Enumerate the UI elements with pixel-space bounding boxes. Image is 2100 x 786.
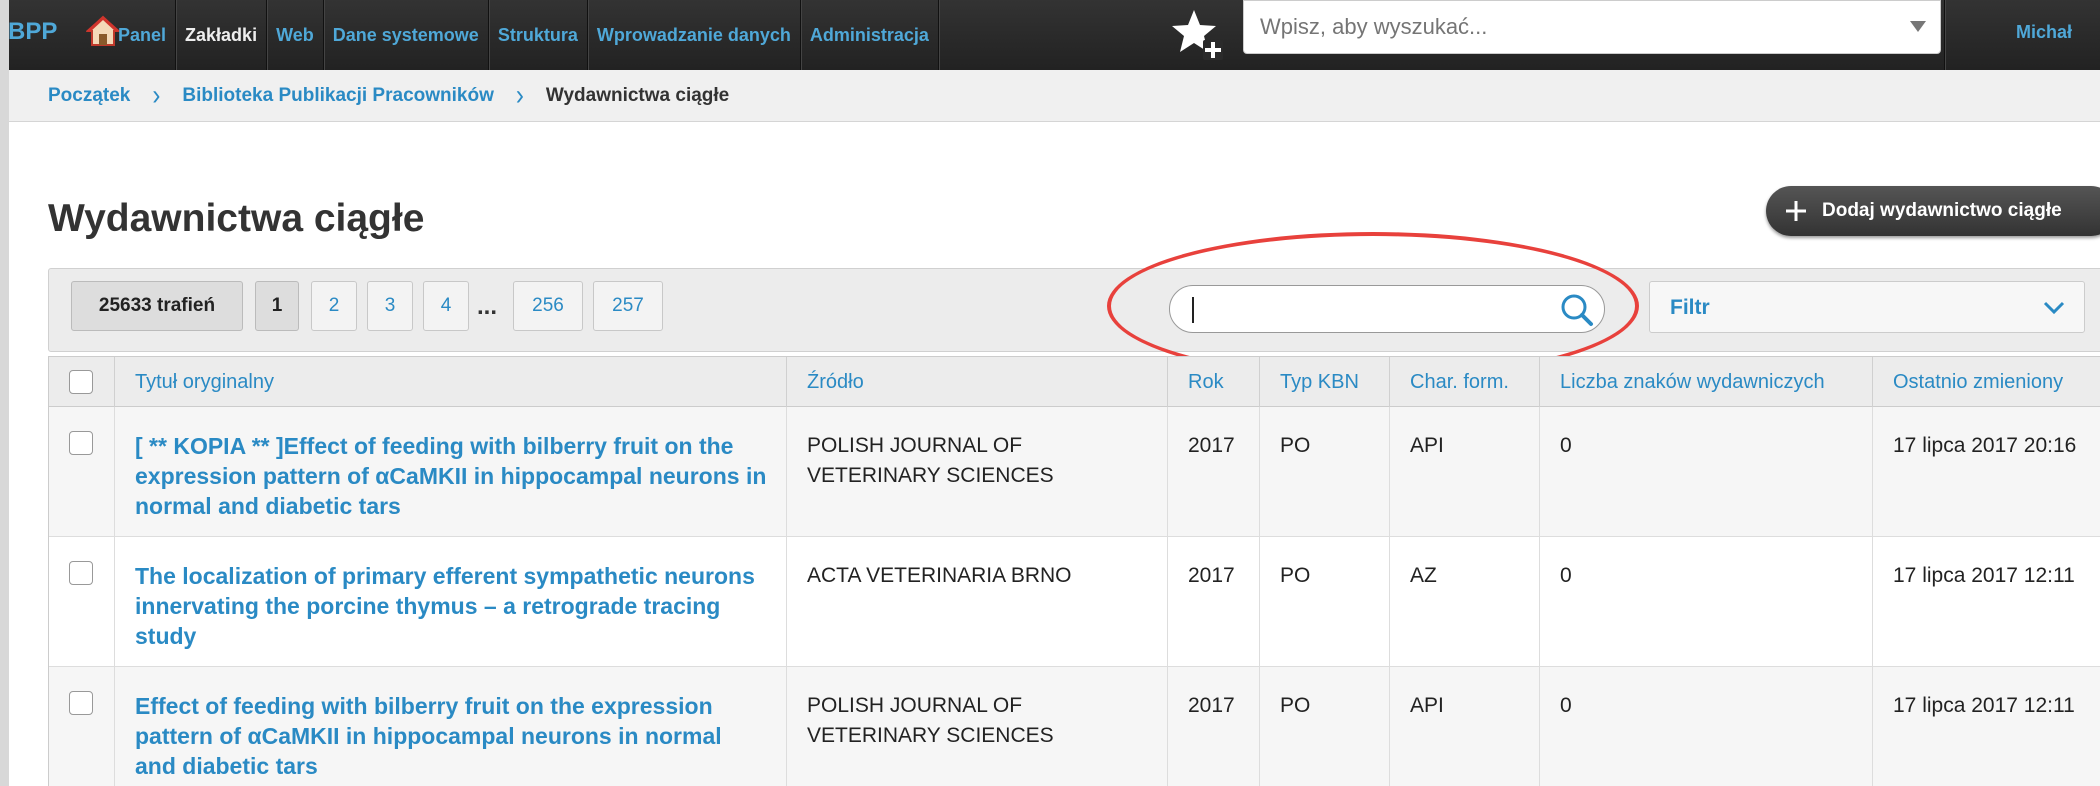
add-button-label: Dodaj wydawnictwo ciągłe [1822,200,2062,221]
kbn-cell: PO [1260,667,1390,786]
kbn-cell: PO [1260,407,1390,537]
select-all-cell [49,357,115,407]
user-divider [1944,0,1945,70]
form-cell: AZ [1390,537,1540,667]
page-2[interactable]: 2 [311,281,357,331]
source-cell: POLISH JOURNAL OF VETERINARY SCIENCES [787,407,1168,537]
breadcrumb-home[interactable]: Początek [48,85,130,107]
modified-cell: 17 lipca 2017 12:11 [1893,694,2075,717]
plus-icon [1786,201,1806,221]
global-search[interactable] [1243,0,1941,54]
hits-count: 25633 trafień [71,281,243,331]
nav-wprowadzanie-danych[interactable]: Wprowadzanie danych [588,0,801,70]
year-cell: 2017 [1168,407,1260,537]
modified-cell: 17 lipca 2017 12:11 [1893,564,2075,587]
page-256[interactable]: 256 [513,281,583,331]
breadcrumb-current: Wydawnictwa ciągłe [545,84,730,106]
chevron-right-icon: › [152,78,161,112]
select-all-checkbox[interactable] [69,370,93,394]
row-checkbox[interactable] [69,561,93,585]
row-checkbox[interactable] [69,691,93,715]
row-select-cell [49,667,115,786]
title-link[interactable]: [ ** KOPIA ** ]Effect of feeding with bi… [135,431,768,521]
title-link[interactable]: Effect of feeding with bilberry fruit on… [135,691,768,781]
add-button[interactable]: Dodaj wydawnictwo ciągłe [1766,186,2100,236]
list-toolbar: 25633 trafień 1 2 3 4 ... 256 257 Filtr [48,268,2100,352]
page-257[interactable]: 257 [593,281,663,331]
breadcrumb-library[interactable]: Biblioteka Publikacji Pracowników [182,85,493,107]
col-title[interactable]: Tytuł oryginalny [115,357,787,407]
nav-zakladki[interactable]: Zakładki [176,0,268,70]
table-header: Tytuł oryginalny Źródło Rok Typ KBN Char… [49,357,2100,407]
page-4[interactable]: 4 [423,281,469,331]
form-cell: API [1390,407,1540,537]
nav-web[interactable]: Web [267,0,324,70]
user-menu[interactable]: Michał [2016,22,2072,43]
source-cell: POLISH JOURNAL OF VETERINARY SCIENCES [787,667,1168,786]
title-link[interactable]: The localization of primary efferent sym… [135,561,768,651]
kbn-cell: PO [1260,537,1390,667]
title-cell: Effect of feeding with bilberry fruit on… [115,667,787,786]
table-row: Effect of feeding with bilberry fruit on… [49,667,2100,786]
dropdown-caret-icon[interactable] [1910,21,1926,32]
modified-cell: 17 lipca 2017 20:16 [1893,434,2077,457]
nav-administracja[interactable]: Administracja [801,0,939,70]
nav-dane-systemowe[interactable]: Dane systemowe [324,0,489,70]
chars-cell: 0 [1540,407,1873,537]
year-cell: 2017 [1168,537,1260,667]
col-source[interactable]: Źródło [787,357,1168,407]
source-cell: ACTA VETERINARIA BRNO [787,537,1168,667]
title-cell: [ ** KOPIA ** ]Effect of feeding with bi… [115,407,787,537]
chevron-down-icon [2043,301,2065,315]
top-navbar: BPP Panel Zakładki Web Dane systemowe St… [0,0,2100,70]
table-search-input[interactable] [1169,285,1605,333]
table-row: The localization of primary efferent sym… [49,537,2100,667]
pagination-ellipsis: ... [477,293,498,320]
global-search-input[interactable] [1244,1,1940,53]
text-cursor [1192,297,1194,323]
title-cell: The localization of primary efferent sym… [115,537,787,667]
chars-cell: 0 [1540,537,1873,667]
row-select-cell [49,407,115,537]
col-kbn[interactable]: Typ KBN [1260,357,1390,407]
filter-dropdown[interactable]: Filtr [1649,281,2085,333]
year-cell: 2017 [1168,667,1260,786]
row-checkbox[interactable] [69,431,93,455]
form-cell: API [1390,667,1540,786]
filter-label: Filtr [1670,296,1710,319]
star-add-icon[interactable] [1170,6,1226,62]
nav-panel[interactable]: Panel [86,0,177,70]
page-3[interactable]: 3 [367,281,413,331]
col-form[interactable]: Char. form. [1390,357,1540,407]
window-edge [0,0,9,786]
main-nav: Panel Zakładki Web Dane systemowe Strukt… [86,0,939,70]
breadcrumb: Początek › Biblioteka Publikacji Pracown… [0,70,2100,122]
col-year[interactable]: Rok [1168,357,1260,407]
col-chars[interactable]: Liczba znaków wydawniczych [1540,357,1873,407]
chars-cell: 0 [1540,667,1873,786]
nav-struktura[interactable]: Struktura [489,0,588,70]
page-1[interactable]: 1 [255,281,299,331]
publications-table: Tytuł oryginalny Źródło Rok Typ KBN Char… [48,356,2100,786]
table-row: [ ** KOPIA ** ]Effect of feeding with bi… [49,407,2100,537]
row-select-cell [49,537,115,667]
col-modified[interactable]: Ostatnio zmieniony [1873,357,2100,407]
page-title: Wydawnictwa ciągłe [48,197,425,240]
brand-logo[interactable]: BPP [8,18,57,46]
search-icon[interactable] [1560,293,1594,327]
chevron-right-icon: › [515,78,524,112]
